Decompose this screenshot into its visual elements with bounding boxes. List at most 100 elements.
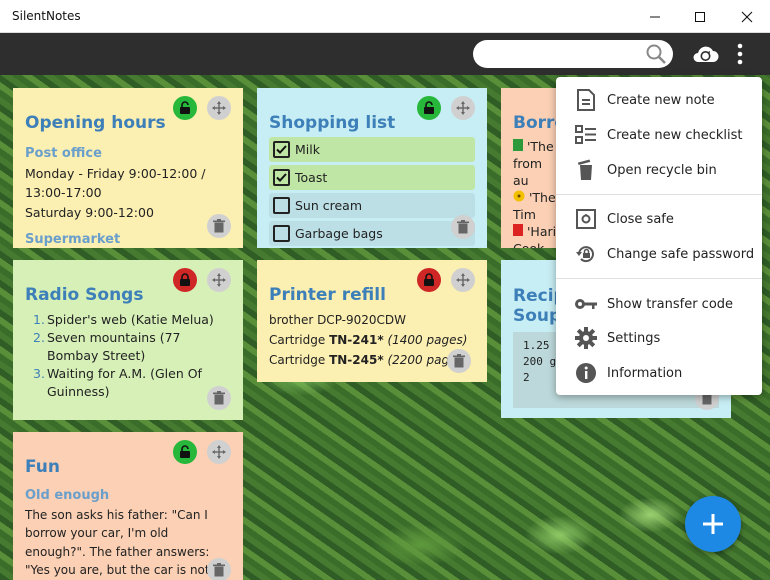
- menu-item-change-safe-password[interactable]: Change safe password: [556, 238, 762, 270]
- move-icon: [212, 101, 226, 115]
- delete-button[interactable]: [447, 349, 471, 373]
- checkbox-checked[interactable]: [273, 169, 290, 186]
- plus-icon: [703, 514, 723, 534]
- note-body: Old enough The son asks his father: "Can…: [25, 487, 231, 580]
- close-button[interactable]: [724, 0, 770, 33]
- lock-icon: [424, 273, 434, 286]
- move-icon: [212, 273, 226, 287]
- checklist-item[interactable]: Garbage bags: [269, 221, 475, 246]
- drag-handle[interactable]: [207, 440, 231, 464]
- menu-item-label: Close safe: [607, 211, 674, 227]
- toolbar: [0, 33, 770, 75]
- checkbox-unchecked[interactable]: [273, 225, 290, 242]
- unlock-icon: [424, 101, 434, 114]
- trash-icon: [213, 219, 225, 233]
- drag-handle[interactable]: [451, 268, 475, 292]
- cartridge-code: TN-245*: [329, 353, 384, 367]
- menu-item-label: Settings: [607, 330, 661, 346]
- cloud-sync-icon[interactable]: [690, 41, 720, 67]
- check-icon: [276, 173, 287, 182]
- note-text: 'The: [526, 139, 554, 154]
- delete-button[interactable]: [207, 558, 231, 580]
- text-part: Cartridge: [269, 333, 330, 347]
- note-body: 1. Spider's web (Katie Melua) 2. Seven mou…: [33, 311, 231, 401]
- more-vertical-icon[interactable]: [735, 43, 745, 65]
- unlocked-badge[interactable]: [417, 96, 441, 120]
- menu-item-show-transfer-code[interactable]: Show transfer code: [556, 288, 762, 320]
- note-opening-hours[interactable]: Opening hours Post office Monday - Frida…: [13, 88, 243, 248]
- list-number: 1.: [33, 312, 45, 327]
- drag-handle[interactable]: [207, 96, 231, 120]
- trash-icon: [213, 563, 225, 577]
- note-title: Borro: [513, 113, 561, 133]
- page-count: (1400 pages): [387, 333, 468, 347]
- recycle-bin-icon: [574, 158, 598, 182]
- menu-divider: [556, 194, 762, 195]
- note-body: Post office Monday - Friday 9:00-12:00 /…: [25, 144, 231, 248]
- minimize-button[interactable]: [632, 0, 678, 33]
- unlocked-badge[interactable]: [173, 96, 197, 120]
- checklist-icon: [574, 123, 598, 147]
- list-item: 2. Seven mountains (77 Bombay Street): [33, 329, 231, 365]
- locked-badge[interactable]: [173, 268, 197, 292]
- red-book-icon: [513, 224, 523, 236]
- menu-item-create-checklist[interactable]: Create new checklist: [556, 119, 762, 151]
- delete-button[interactable]: [451, 215, 475, 239]
- search-box[interactable]: [473, 40, 673, 68]
- checklist-item[interactable]: Sun cream: [269, 193, 475, 218]
- note-title: Fun: [25, 457, 60, 477]
- menu-item-close-safe[interactable]: Close safe: [556, 203, 762, 235]
- drag-handle[interactable]: [451, 96, 475, 120]
- list-item-text: Spider's web (Katie Melua): [47, 312, 214, 327]
- menu-divider: [556, 278, 762, 279]
- menu-item-label: Show transfer code: [607, 296, 734, 312]
- note-text: Tim: [513, 207, 536, 222]
- unlock-icon: [180, 101, 190, 114]
- list-item: 3. Waiting for A.M. (Glen Of Guinness): [33, 365, 231, 401]
- add-note-button[interactable]: [685, 496, 741, 552]
- checkbox-unchecked[interactable]: [273, 197, 290, 214]
- note-title: Shopping list: [269, 113, 396, 133]
- move-icon: [456, 101, 470, 115]
- window-title: SilentNotes: [12, 9, 81, 23]
- note-fun[interactable]: Fun Old enough The son asks his father: …: [13, 432, 243, 580]
- note-printer-refill[interactable]: Printer refill brother DCP-9020CDW Cartr…: [257, 260, 487, 382]
- unlocked-badge[interactable]: [173, 440, 197, 464]
- note-text: Cartridge TN-245* (2200 pages): [269, 350, 475, 370]
- trash-icon: [453, 354, 465, 368]
- trash-icon: [457, 220, 469, 234]
- menu-item-information[interactable]: Information: [556, 357, 762, 389]
- drag-handle[interactable]: [207, 268, 231, 292]
- menu-item-create-note[interactable]: Create new note: [556, 84, 762, 116]
- note-radio-songs[interactable]: Radio Songs 1. Spider's web (Katie Melua)…: [13, 260, 243, 420]
- checklist-item[interactable]: Milk: [269, 137, 475, 162]
- note-subheading: Old enough: [25, 488, 110, 503]
- checklist-item[interactable]: Toast: [269, 165, 475, 190]
- note-body: 'The from au 'The Tim 'Hari Cook: [513, 138, 561, 248]
- lock-reset-icon: [574, 242, 598, 266]
- close-icon: [741, 11, 753, 22]
- note-borrowed[interactable]: Borro 'The from au 'The Tim 'Hari Cook: [501, 88, 561, 248]
- note-text: Saturday 9:00-12:00: [25, 204, 154, 220]
- note-text: 'Hari: [526, 224, 557, 239]
- note-title: Opening hours: [25, 113, 166, 133]
- note-body: brother DCP-9020CDW Cartridge TN-241* (1…: [269, 310, 475, 370]
- checkbox-checked[interactable]: [273, 141, 290, 158]
- search-icon[interactable]: [645, 43, 667, 65]
- maximize-button[interactable]: [677, 0, 723, 33]
- list-item-text: Waiting for A.M. (Glen Of Guinness): [47, 366, 202, 399]
- locked-badge[interactable]: [417, 268, 441, 292]
- delete-button[interactable]: [207, 386, 231, 410]
- note-text: Cook: [513, 240, 561, 248]
- menu-item-settings[interactable]: Settings: [556, 322, 762, 354]
- delete-button[interactable]: [207, 214, 231, 238]
- check-icon: [276, 145, 287, 154]
- list-number: 3.: [33, 366, 45, 381]
- safe-icon: [574, 207, 598, 231]
- checklist-item-label: Toast: [295, 169, 328, 185]
- main-menu: Create new note Create new checklist Ope…: [556, 77, 762, 395]
- note-shopping-list[interactable]: Shopping list Milk Toast Sun cream Garba…: [257, 88, 487, 248]
- menu-item-label: Create new note: [607, 92, 715, 108]
- note-text: Cartridge TN-241* (1400 pages): [269, 330, 475, 350]
- menu-item-open-recycle-bin[interactable]: Open recycle bin: [556, 154, 762, 186]
